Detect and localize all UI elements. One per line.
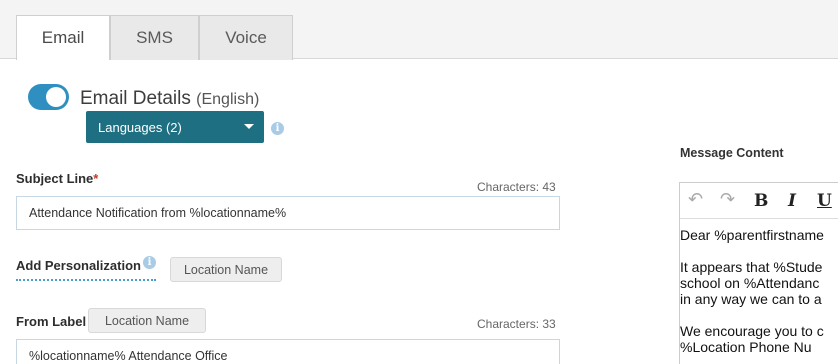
email-details-title: Email Details (English): [80, 88, 259, 110]
info-icon[interactable]: i: [143, 256, 156, 269]
personalization-underline: [16, 279, 156, 281]
subject-line-label: Subject Line*: [16, 171, 98, 186]
email-details-language: (English): [196, 91, 260, 108]
languages-button-label: Languages (2): [98, 119, 182, 135]
editor-text-line: It appears that %Stude: [680, 259, 823, 275]
personalization-location-name-button[interactable]: Location Name: [170, 257, 282, 282]
message-editor[interactable]: ↶ ↷ B I U Dear %parentfirstname It appea…: [679, 182, 838, 364]
add-personalization-label[interactable]: Add Personalization: [16, 258, 141, 273]
redo-icon[interactable]: ↷: [720, 189, 735, 210]
from-label-input[interactable]: %locationname% Attendance Office: [16, 339, 560, 364]
underline-icon[interactable]: U: [817, 191, 832, 211]
editor-text-line: %Location Phone Nu: [680, 339, 812, 355]
caret-down-icon: [244, 124, 254, 129]
email-details-title-text: Email Details: [80, 88, 191, 109]
toggle-knob: [46, 87, 66, 107]
from-label-label: From Label: [16, 314, 87, 329]
editor-toolbar: ↶ ↷ B I U: [680, 183, 838, 219]
subject-line-input[interactable]: Attendance Notification from %locationna…: [16, 196, 560, 230]
from-label-char-count: Characters: 33: [477, 317, 556, 331]
tab-email[interactable]: Email: [16, 15, 110, 60]
info-icon[interactable]: i: [271, 122, 284, 135]
tab-voice[interactable]: Voice: [199, 15, 293, 60]
tab-sms[interactable]: SMS: [110, 15, 199, 60]
italic-icon[interactable]: I: [788, 191, 796, 211]
editor-text-line: school on %Attendanc: [680, 275, 820, 291]
undo-icon[interactable]: ↶: [688, 189, 703, 210]
email-details-toggle[interactable]: [28, 84, 69, 110]
required-marker: *: [93, 171, 99, 186]
languages-dropdown-button[interactable]: Languages (2): [86, 111, 264, 143]
editor-body[interactable]: Dear %parentfirstname It appears that %S…: [680, 219, 838, 355]
editor-text-line: Dear %parentfirstname: [680, 227, 824, 243]
message-content-label: Message Content: [680, 146, 784, 160]
from-label-location-name-button[interactable]: Location Name: [88, 308, 206, 333]
editor-text-line: in any way we can to a: [680, 291, 822, 307]
editor-text-line: We encourage you to c: [680, 323, 824, 339]
bold-icon[interactable]: B: [754, 191, 768, 211]
channel-tab-bar: Email SMS Voice: [0, 0, 838, 60]
subject-char-count: Characters: 43: [477, 180, 556, 194]
subject-line-label-text: Subject Line: [16, 171, 94, 186]
